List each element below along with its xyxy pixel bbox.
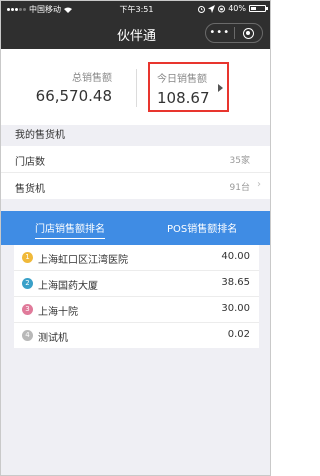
sales-value: 40.00 [221, 251, 250, 262]
list-item[interactable]: 4 测试机 0.02 [14, 323, 259, 348]
store-name: 上海虹口区江湾医院 [38, 255, 128, 266]
today-sales[interactable]: 今日销售额 108.67 [148, 62, 229, 112]
today-sales-label: 今日销售额 [157, 74, 207, 85]
more-button[interactable]: ••• [206, 24, 234, 42]
status-bar: 中国移动 下午3:51 40% [1, 1, 270, 17]
tab-store-sales-ranking[interactable]: 门店销售额排名 [35, 220, 105, 239]
play-arrow-icon[interactable] [218, 84, 223, 92]
list-item[interactable]: 3 上海十院 30.00 [14, 297, 259, 323]
chevron-right-icon: › [257, 179, 261, 190]
battery-percent: 40% [228, 4, 246, 13]
mini-program-capsule: ••• [205, 23, 263, 43]
section-title-vending: 我的售货机 [1, 125, 270, 146]
machine-count-label: 售货机 [15, 184, 45, 195]
navigation-bar: 伙伴通 ••• [1, 17, 270, 49]
sales-value: 38.65 [221, 277, 250, 288]
total-sales: 总销售额 66,570.48 [36, 69, 112, 105]
summary-divider [136, 69, 137, 107]
rank-badge: 4 [22, 330, 33, 341]
total-sales-value: 66,570.48 [35, 87, 112, 105]
location-arrow-icon [208, 4, 216, 13]
tab-pos-sales-ranking[interactable]: POS销售额排名 [167, 220, 237, 235]
rank-badge: 3 [22, 304, 33, 315]
total-sales-label: 总销售额 [72, 73, 112, 84]
sales-summary: 总销售额 66,570.48 今日销售额 108.67 [1, 49, 270, 126]
close-circle-icon [242, 27, 254, 39]
close-button[interactable] [235, 27, 263, 39]
rotation-lock-icon [218, 5, 226, 12]
rank-badge: 1 [22, 252, 33, 263]
store-count-value: 35家 [229, 156, 250, 166]
status-right: 40% [198, 4, 268, 13]
store-count-row: 门店数 35家 [1, 146, 270, 173]
machine-count-row[interactable]: 售货机 91台 › [1, 173, 270, 199]
store-name: 上海十院 [38, 307, 78, 318]
today-sales-value: 108.67 [157, 89, 210, 107]
battery-icon [249, 5, 268, 12]
store-name: 上海国药大厦 [38, 281, 98, 292]
machine-count-value: 91台 [229, 183, 250, 193]
store-count-label: 门店数 [15, 157, 45, 168]
ranking-tabs: 门店销售额排名 POS销售额排名 [1, 211, 270, 245]
alarm-icon [198, 5, 206, 13]
sales-value: 30.00 [221, 303, 250, 314]
app-screen: 中国移动 下午3:51 40% 伙伴通 ••• 总销售额 66,570.48 今… [0, 0, 271, 476]
sales-value: 0.02 [227, 329, 250, 340]
list-item[interactable]: 2 上海国药大厦 38.65 [14, 271, 259, 297]
list-item[interactable]: 1 上海虹口区江湾医院 40.00 [14, 245, 259, 271]
rank-badge: 2 [22, 278, 33, 289]
ranking-list: 1 上海虹口区江湾医院 40.00 2 上海国药大厦 38.65 3 上海十院 … [14, 245, 259, 348]
store-name: 测试机 [38, 333, 68, 344]
